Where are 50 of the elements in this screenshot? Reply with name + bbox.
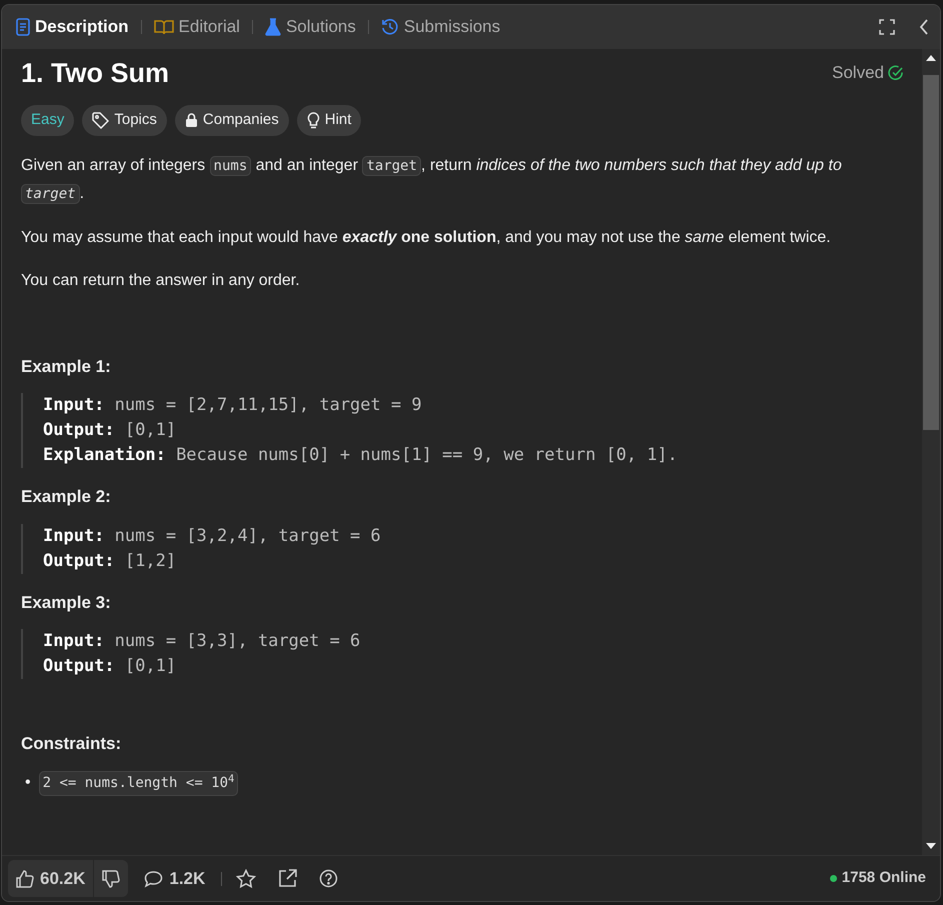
help-icon[interactable] [319, 869, 338, 888]
example-heading: Example 3: [21, 592, 112, 614]
example-line: Explanation: Because nums[0] + nums[1] == 9, we return [0, 1]. [43, 444, 679, 468]
collapse-icon[interactable] [918, 18, 930, 36]
thumbs-down-icon [102, 870, 120, 888]
description-paragraph: Given an array of integers nums and an integer target , return indices of the two numbers such that they add up to target . [21, 154, 843, 206]
example-line: Output: [0,1] [43, 655, 178, 678]
example-line: Input: nums = [3,3], target = 6 [43, 630, 362, 654]
example-line: Output: [0,1] [43, 419, 178, 442]
constraint-item: 2 <= nums.length <= 10$^{4}$ [38, 770, 238, 796]
star-icon[interactable] [236, 868, 256, 888]
lightbulb-icon [306, 112, 320, 130]
example-heading: Example 2: [21, 486, 112, 508]
problem-title: 1. Two Sum [21, 57, 170, 90]
scroll-down-icon[interactable] [926, 843, 936, 849]
tab[interactable]: Editorial [150, 12, 244, 42]
comment-icon [144, 870, 164, 888]
tab[interactable]: Solutions [260, 12, 360, 42]
description-paragraph: You can return the answer in any order. [21, 270, 301, 291]
example-line: Input: nums = [3,2,4], target = 6 [43, 524, 382, 548]
example-line: Input: nums = [2,7,11,15], target = 9 [43, 394, 423, 418]
tab[interactable]: Description [12, 12, 133, 42]
flask-icon [264, 18, 281, 36]
lock-icon [184, 113, 198, 128]
like-button[interactable]: 60.2K [8, 860, 94, 898]
constraints-heading: Constraints: [21, 733, 122, 756]
check-circle-icon [888, 65, 904, 82]
description-paragraph: You may assume that each input would have exactly one solution, and you may not use the same element twice. [21, 228, 832, 248]
fullscreen-icon[interactable] [878, 18, 896, 36]
scrollbar-thumb[interactable] [923, 75, 939, 430]
dislike-button[interactable] [94, 860, 128, 898]
thumbs-up-icon [16, 870, 34, 888]
bullet: • [25, 773, 31, 794]
solved-status: Solved [832, 62, 884, 84]
online-count: 1758 Online [842, 868, 926, 888]
scroll-up-icon[interactable] [926, 55, 936, 61]
document-icon [16, 18, 30, 36]
tab[interactable]: Submissions [376, 12, 504, 42]
example-heading: Example 1: [21, 356, 112, 378]
topics-button[interactable]: Topics [82, 105, 167, 136]
example-line: Output: [1,2] [43, 550, 178, 573]
online-dot [830, 875, 837, 882]
comments-button[interactable]: 1.2K [142, 864, 208, 894]
book-icon [154, 19, 174, 35]
companies-button[interactable]: Companies [174, 105, 289, 136]
difficulty-badge[interactable]: Easy [21, 105, 74, 136]
hint-button[interactable]: Hint [296, 105, 362, 136]
tag-icon [92, 112, 110, 130]
history-icon [380, 18, 399, 36]
share-icon[interactable] [278, 869, 298, 888]
